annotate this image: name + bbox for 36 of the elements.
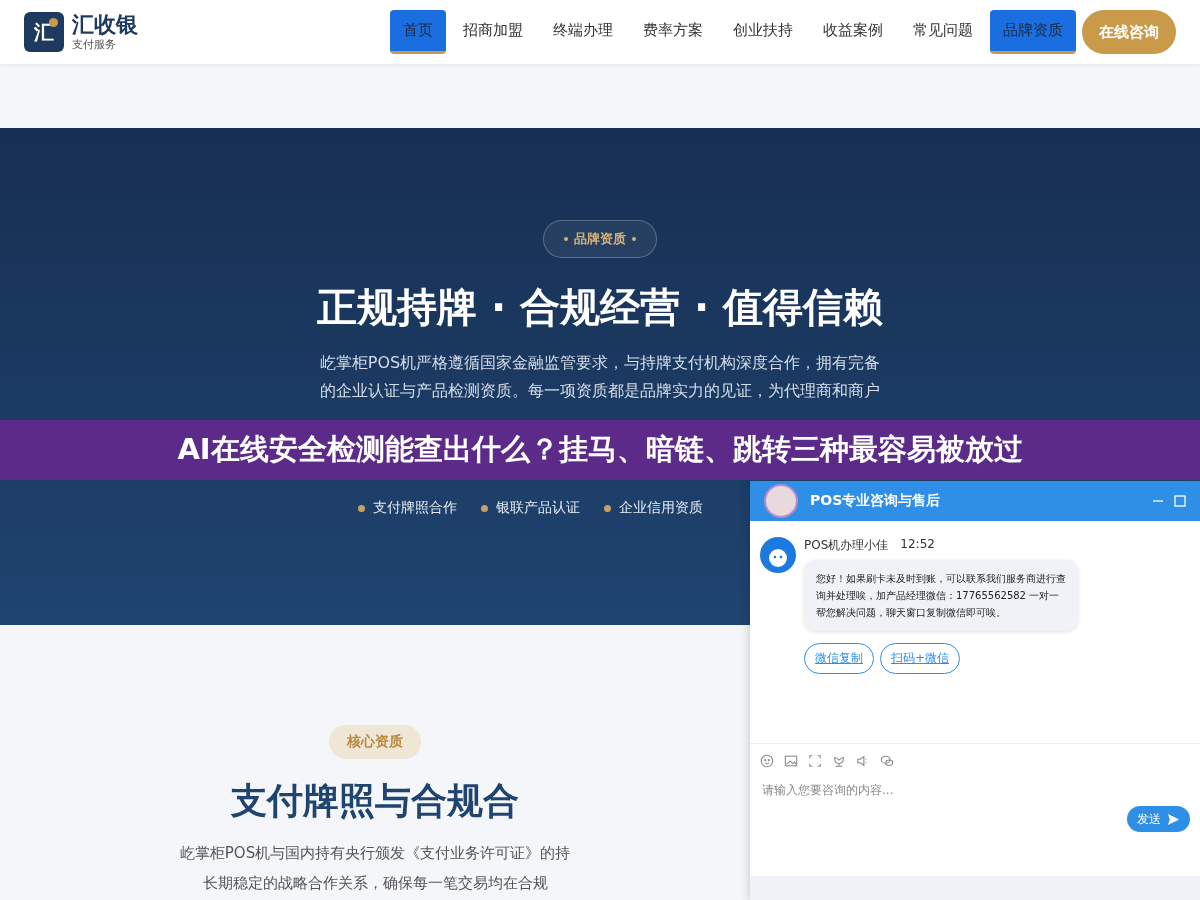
flower-icon[interactable]	[832, 754, 846, 768]
chat-bubbles-icon[interactable]	[880, 754, 894, 768]
emoji-icon[interactable]	[760, 754, 774, 768]
hero-point: 企业信用资质	[618, 499, 703, 517]
speaker-icon[interactable]	[856, 754, 870, 768]
brand-tagline: 支付服务	[72, 36, 117, 52]
hero-badge: 品牌资质	[543, 220, 657, 258]
brand-name: 汇收银	[72, 12, 138, 37]
section-badge: 核心资质	[329, 725, 421, 759]
bullet-dot	[603, 504, 611, 512]
hero-paragraph: 屹掌柜POS机严格遵循国家金融监管要求，与持牌支付机构深度合作，拥有完备 的企业认证与产品检测资质。每一项资质都是品牌实力的见证，为代理商和商户	[318, 352, 882, 402]
screenshot-icon[interactable]	[808, 754, 822, 768]
sender-name: POS机办理小佳	[804, 537, 889, 554]
message-time: 12:52	[900, 537, 935, 553]
logo-mark[interactable]: 汇	[24, 12, 64, 52]
nav-tab[interactable]: 费率方案	[630, 10, 716, 54]
nav-tab[interactable]: 创业扶持	[720, 10, 806, 54]
image-icon[interactable]	[784, 754, 798, 768]
nav-tab[interactable]: 终端办理	[540, 10, 626, 54]
bullet-dot	[480, 504, 488, 512]
maximize-icon[interactable]	[1174, 495, 1186, 507]
hero-title: 正规持牌 · 合规经营 · 值得信赖	[316, 283, 884, 332]
avatar	[764, 484, 798, 518]
nav-tab[interactable]: 常见问题	[900, 10, 986, 54]
message-bubble: 您好！如果刷卡未及时到账，可以联系我们服务商进行查询并处理唉，加产品经理微信：17765562582 一对一帮您解决问题，聊天窗口复制微信即可唉。	[804, 560, 1078, 631]
section-paragraph: 屹掌柜POS机与国内持有央行颁发《支付业务许可证》的持 长期稳定的战略合作关系，确保每一笔交易均在合规	[179, 843, 571, 894]
hero-point: 支付牌照合作	[372, 499, 457, 517]
hero-point: 银联产品认证	[495, 499, 580, 517]
article-title-banner: AI在线安全检测能查出什么？挂马、暗链、跳转三种最容易被放过	[0, 420, 1200, 480]
chat-title: POS专业咨询与售后	[810, 492, 941, 510]
agent-avatar-icon	[760, 537, 796, 573]
bullet-dot	[357, 504, 365, 512]
send-icon	[1167, 812, 1180, 826]
section-title: 支付牌照与合规合	[231, 779, 519, 823]
nav-tab[interactable]: 招商加盟	[450, 10, 536, 54]
nav-tab[interactable]: 收益案例	[810, 10, 896, 54]
